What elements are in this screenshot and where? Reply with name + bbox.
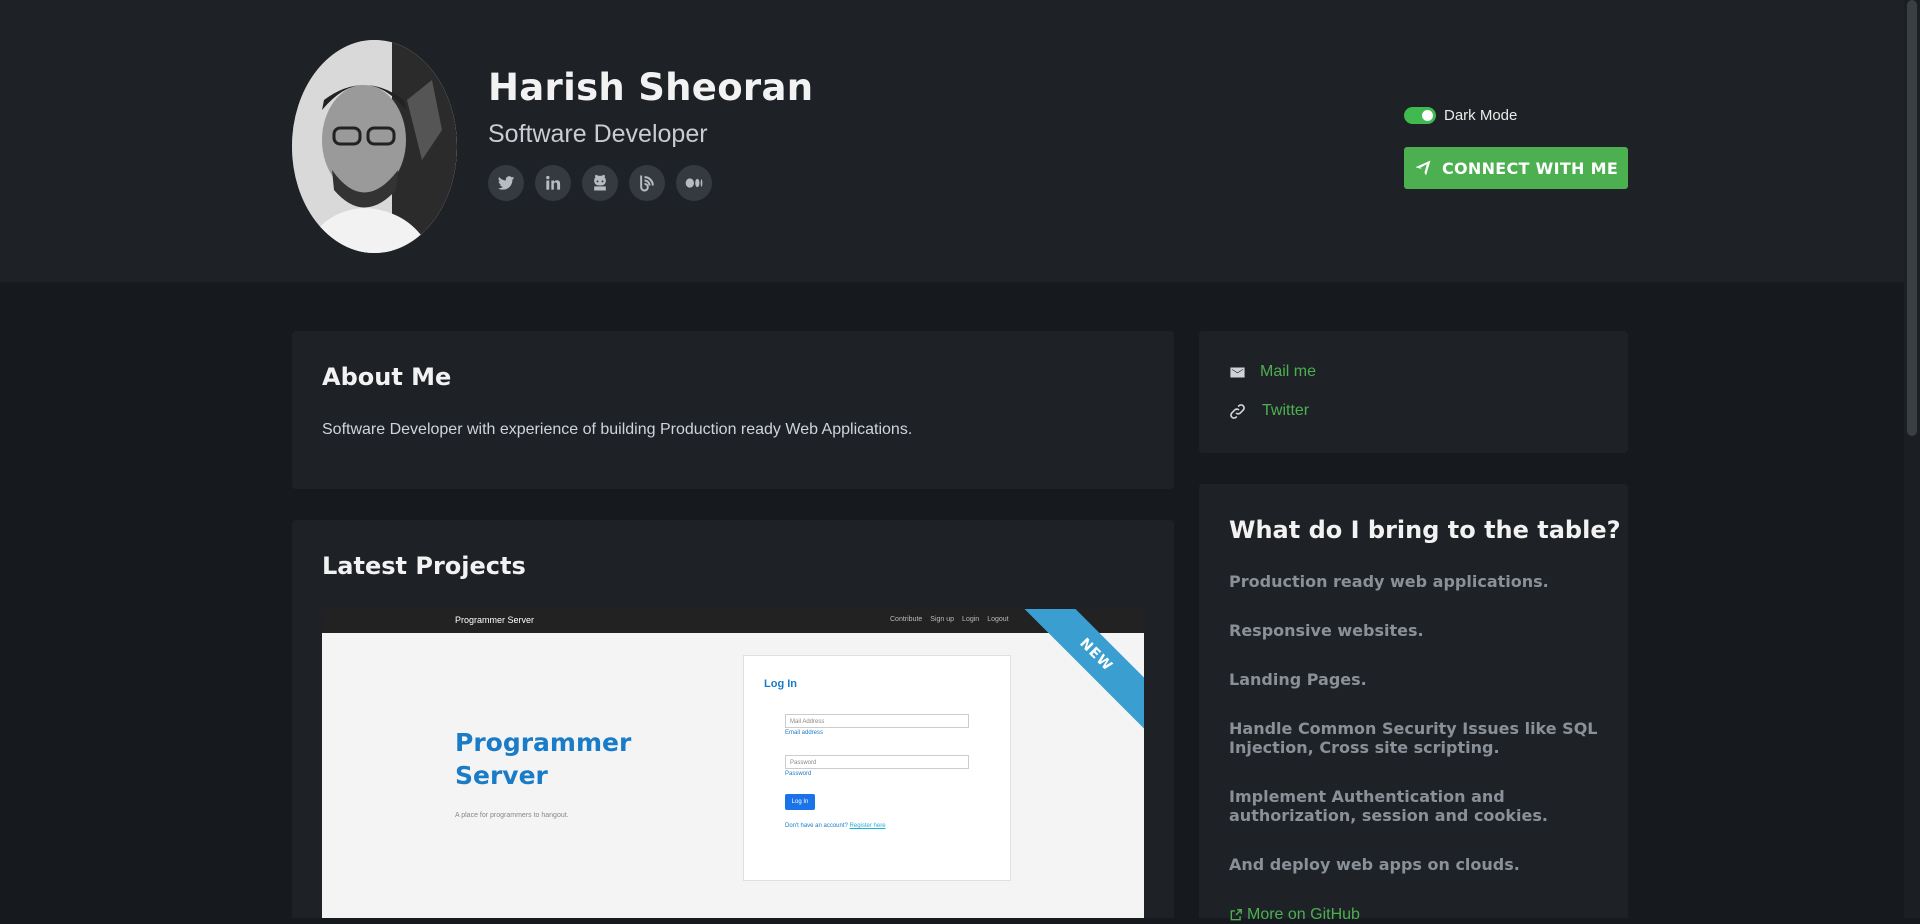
twitter-icon <box>497 176 515 190</box>
preview-brand: Programmer Server <box>455 615 535 625</box>
preview-password-help: Password <box>785 771 812 777</box>
about-text: Software Developer with experience of bu… <box>322 421 913 438</box>
preview-login-form: Log In Mail Address Email address Passwo… <box>743 655 1011 881</box>
about-title: About Me <box>322 363 452 391</box>
skills-list: Production ready web applications. Respo… <box>1229 572 1609 904</box>
mail-link-row: Mail me <box>1229 363 1316 381</box>
preview-nav-signup: Sign up <box>930 616 955 623</box>
preview-nav-contribute: Contribute <box>890 616 923 623</box>
preview-navbar: Programmer Server Contribute Sign up Log… <box>322 609 1144 633</box>
dark-mode-control: Dark Mode <box>1404 107 1517 124</box>
medium-icon <box>685 178 703 188</box>
connect-label: CONNECT WITH ME <box>1441 158 1619 178</box>
dark-mode-label: Dark Mode <box>1444 107 1518 124</box>
preview-nav-login: Login <box>962 616 980 623</box>
skill-item: Implement Authentication and authorizati… <box>1229 787 1548 825</box>
dark-mode-toggle[interactable] <box>1404 107 1436 124</box>
preview-password-input: Password <box>785 755 969 769</box>
envelope-icon <box>1230 367 1245 377</box>
preview-nav-logout: Logout <box>987 616 1009 623</box>
page-scrollbar[interactable] <box>1904 0 1920 918</box>
preview-title: Programmer Server <box>455 728 632 790</box>
github-link[interactable] <box>582 165 618 201</box>
paper-plane-icon <box>1415 160 1431 176</box>
more-on-github-label: More on GitHub <box>1247 906 1360 923</box>
linkedin-link[interactable] <box>535 165 571 201</box>
medium-link[interactable] <box>676 165 712 201</box>
skill-item: Landing Pages. <box>1229 670 1367 689</box>
preview-mail-input: Mail Address <box>785 714 969 728</box>
linkedin-icon <box>546 175 561 190</box>
avatar <box>292 40 457 253</box>
project-preview[interactable]: Programmer Server Contribute Sign up Log… <box>322 609 1144 918</box>
github-icon <box>594 174 606 191</box>
preview-subtitle: A place for programmers to hangout. <box>455 812 569 819</box>
more-on-github-link[interactable]: More on GitHub <box>1229 906 1360 924</box>
avatar-photo <box>292 40 457 253</box>
scrollbar-thumb[interactable] <box>1907 0 1917 436</box>
social-links <box>488 165 712 201</box>
preview-register: Don't have an account? Register here <box>785 823 886 829</box>
profile-role: Software Developer <box>488 120 708 148</box>
preview-nav-links: Contribute Sign up Login Logout <box>890 616 1009 623</box>
skill-item: And deploy web apps on clouds. <box>1229 855 1520 874</box>
projects-title: Latest Projects <box>322 552 526 580</box>
connect-button[interactable]: CONNECT WITH ME <box>1404 147 1628 189</box>
projects-card: Latest Projects Programmer Server Contri… <box>292 520 1174 918</box>
preview-register-text: Don't have an account? <box>785 823 848 829</box>
skills-title: What do I bring to the table? <box>1229 516 1621 544</box>
skill-item: Responsive websites. <box>1229 621 1424 640</box>
twitter-contact-link[interactable]: Twitter <box>1262 402 1309 420</box>
link-icon <box>1230 403 1245 419</box>
skill-item: Handle Common Security Issues like SQL I… <box>1229 719 1598 757</box>
profile-name: Harish Sheoran <box>488 66 814 109</box>
contact-card: Mail me Twitter <box>1199 331 1628 453</box>
external-link-icon <box>1230 909 1242 921</box>
preview-form-title: Log In <box>764 678 797 690</box>
about-card: About Me Software Developer with experie… <box>292 331 1174 489</box>
skills-card: What do I bring to the table? Production… <box>1199 484 1628 923</box>
twitter-link-row: Twitter <box>1229 402 1309 420</box>
blog-link[interactable] <box>629 165 665 201</box>
mail-me-link[interactable]: Mail me <box>1260 363 1316 381</box>
twitter-link[interactable] <box>488 165 524 201</box>
skill-item: Production ready web applications. <box>1229 572 1549 591</box>
preview-mail-help: Email address <box>785 730 824 736</box>
profile-header: Harish Sheoran Software Developer Dark M… <box>0 0 1920 282</box>
preview-login-button: Log In <box>785 794 815 810</box>
blog-icon <box>640 175 654 192</box>
preview-register-link: Register here <box>849 823 886 829</box>
